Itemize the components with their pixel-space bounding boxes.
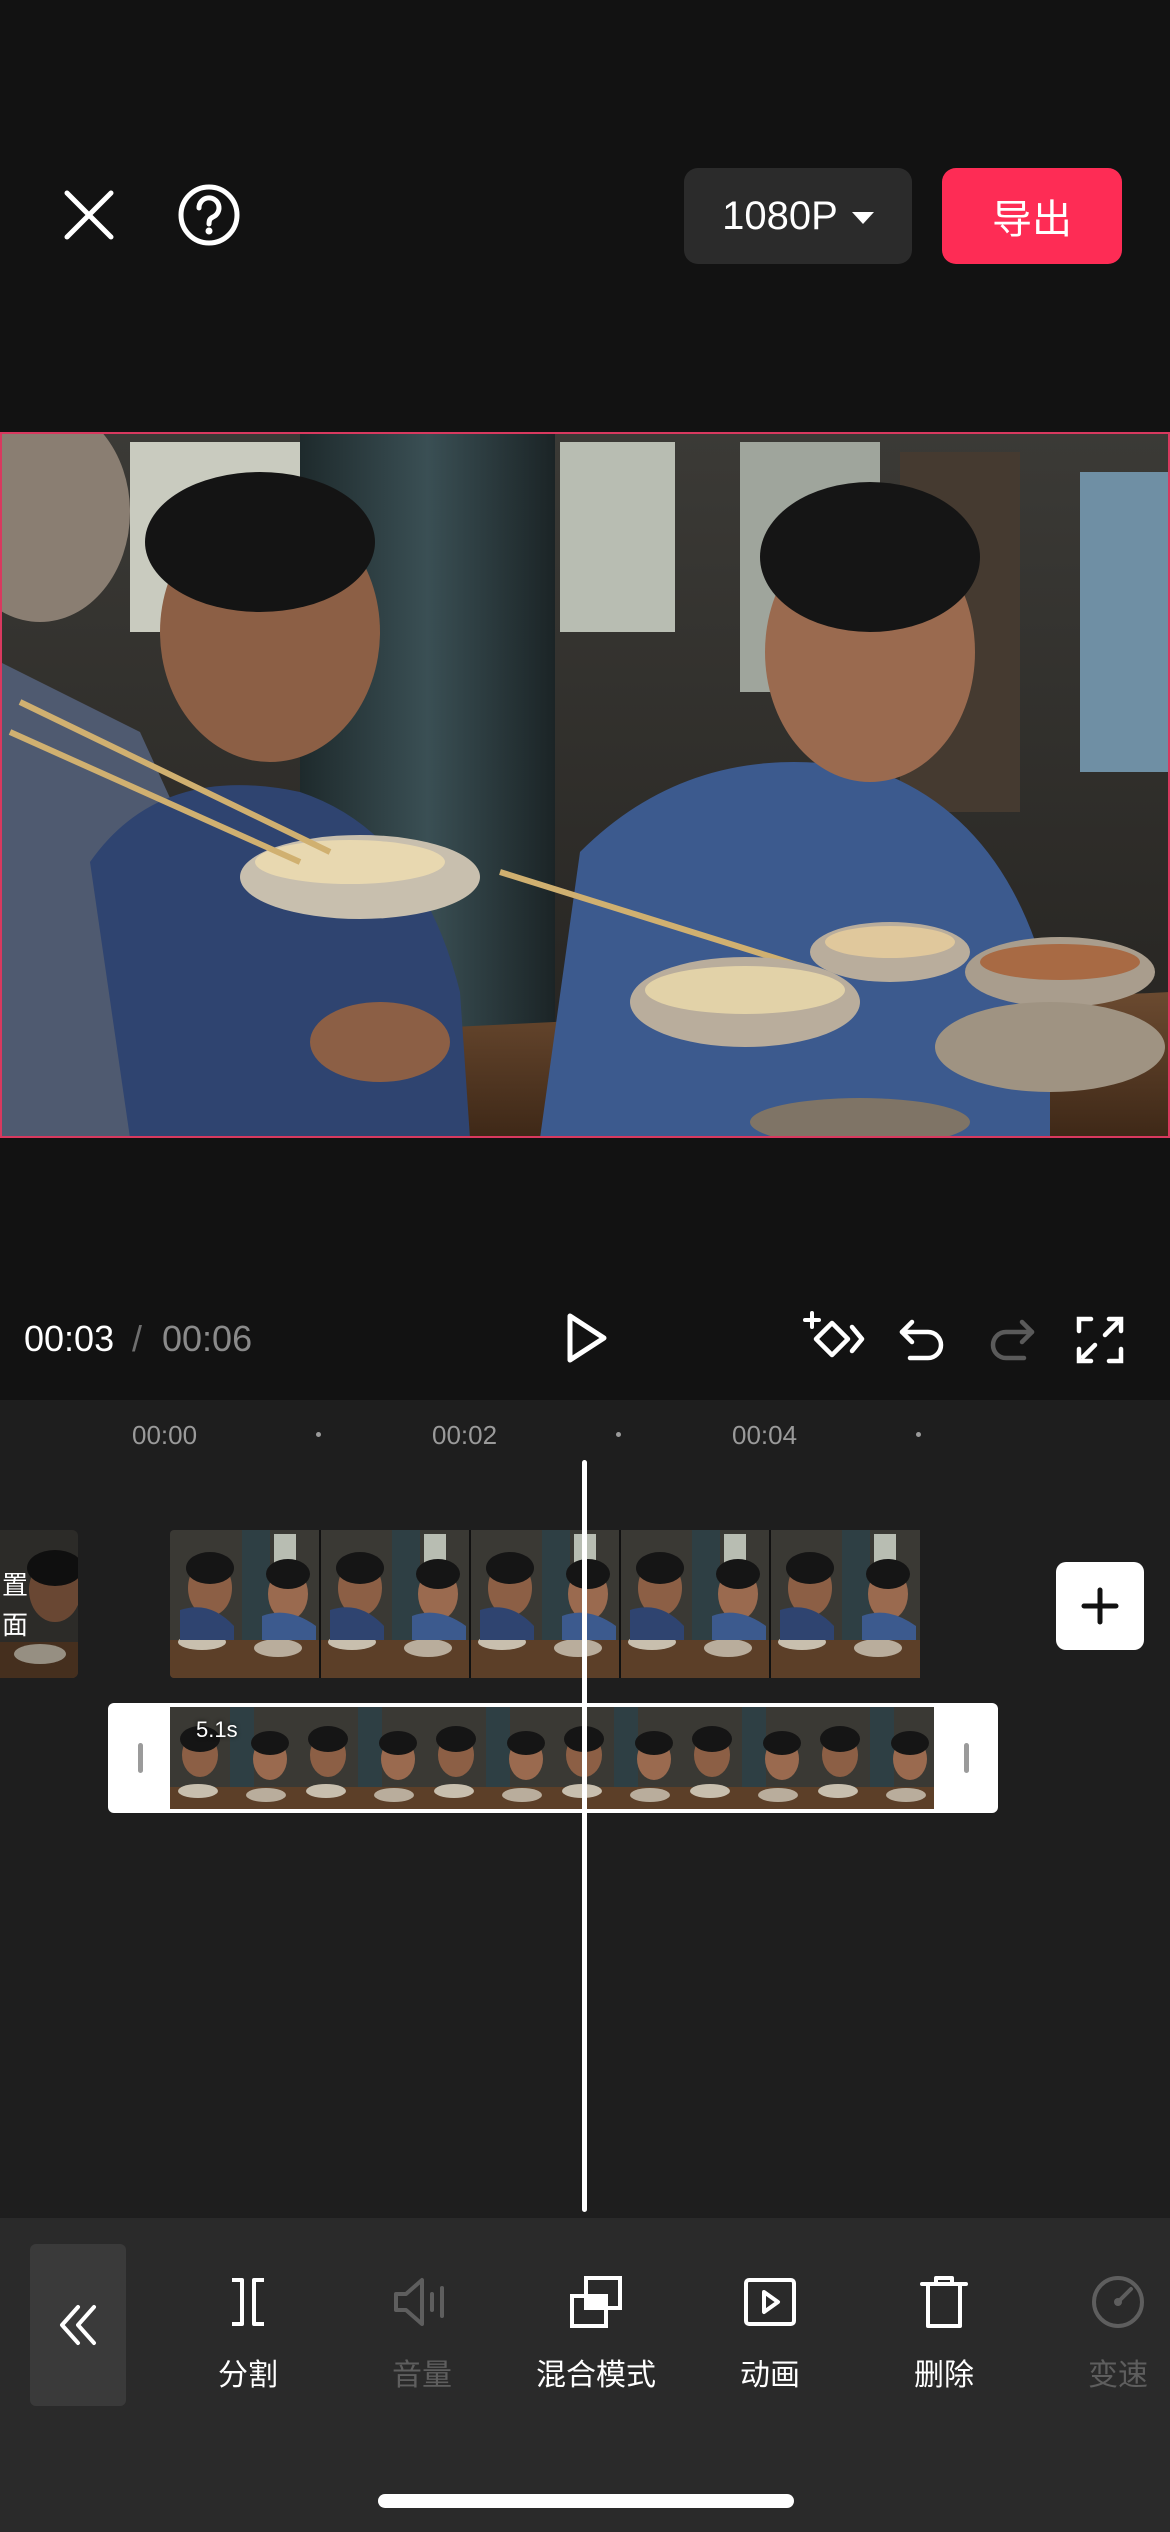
tool-blend-mode[interactable]: 混合模式	[516, 2270, 676, 2394]
keyframe-button[interactable]	[800, 1308, 866, 1370]
video-preview[interactable]	[0, 432, 1170, 1138]
back-button[interactable]	[30, 2244, 126, 2406]
resolution-dropdown[interactable]: 1080P	[684, 168, 912, 264]
selected-overlay-clip[interactable]: 5.1s	[108, 1703, 998, 1813]
double-chevron-left-icon	[60, 2305, 96, 2345]
export-button[interactable]: 导出	[942, 168, 1122, 264]
redo-icon	[990, 1319, 1035, 1361]
tool-delete[interactable]: 删除	[864, 2270, 1024, 2394]
clip-duration: 5.1s	[196, 1717, 238, 1742]
ruler-tick	[616, 1432, 621, 1437]
cover-thumbnail	[0, 1530, 78, 1678]
time-separator: /	[132, 1318, 143, 1359]
speed-icon	[1092, 2276, 1144, 2328]
preview-image	[0, 432, 1170, 1138]
split-icon	[232, 2278, 264, 2326]
ruler-label: 00:02	[432, 1420, 498, 1450]
play-icon	[567, 1313, 607, 1363]
fullscreen-icon	[1076, 1316, 1124, 1364]
close-button[interactable]	[54, 180, 124, 250]
tool-speed[interactable]: 变速	[1038, 2270, 1170, 2394]
undo-icon	[899, 1319, 944, 1361]
tool-label: 混合模式	[536, 2358, 656, 2393]
play-button[interactable]	[556, 1306, 616, 1370]
resolution-label: 1080P	[722, 193, 838, 238]
trim-handle-right[interactable]	[964, 1743, 969, 1773]
ruler-label: 00:00	[132, 1420, 198, 1450]
main-video-track[interactable]	[170, 1530, 934, 1678]
home-indicator[interactable]	[378, 2494, 794, 2508]
ruler-tick	[316, 1432, 321, 1437]
delete-icon	[920, 2276, 968, 2328]
volume-icon	[394, 2278, 444, 2326]
fullscreen-button[interactable]	[1070, 1310, 1130, 1370]
total-time: 00:06	[162, 1318, 253, 1359]
tool-label: 动画	[740, 2358, 800, 2393]
tool-animation[interactable]: 动画	[690, 2270, 850, 2394]
undo-button[interactable]	[892, 1310, 952, 1370]
cover-label: 面	[2, 1610, 29, 1640]
tool-label: 音量	[392, 2358, 452, 2393]
ruler-tick	[916, 1432, 921, 1437]
playhead[interactable]	[582, 1460, 587, 2212]
help-icon	[178, 184, 240, 246]
tool-label: 变速	[1088, 2358, 1148, 2393]
tool-volume[interactable]: 音量	[342, 2270, 502, 2394]
tool-split[interactable]: 分割	[168, 2270, 328, 2394]
close-icon	[64, 190, 114, 240]
add-clip-button[interactable]	[1056, 1562, 1144, 1650]
animation-icon	[744, 2278, 796, 2326]
overlay-clip-thumbnails	[170, 1707, 934, 1809]
track-thumbnails	[170, 1530, 920, 1678]
caret-down-icon	[851, 212, 874, 224]
cover-label: 置	[2, 1570, 29, 1600]
cover-clip[interactable]: 置 面	[0, 1530, 78, 1678]
tool-label: 删除	[914, 2358, 974, 2393]
blend-mode-icon	[570, 2276, 622, 2328]
tool-label: 分割	[218, 2358, 278, 2393]
current-time: 00:03	[24, 1318, 115, 1359]
help-button[interactable]	[174, 180, 244, 250]
keyframe-icon	[803, 1311, 865, 1358]
redo-button[interactable]	[982, 1310, 1042, 1370]
trim-handle-left[interactable]	[138, 1743, 143, 1773]
ruler-label: 00:04	[732, 1420, 798, 1450]
export-label: 导出	[992, 198, 1072, 242]
plus-icon	[1081, 1587, 1119, 1625]
